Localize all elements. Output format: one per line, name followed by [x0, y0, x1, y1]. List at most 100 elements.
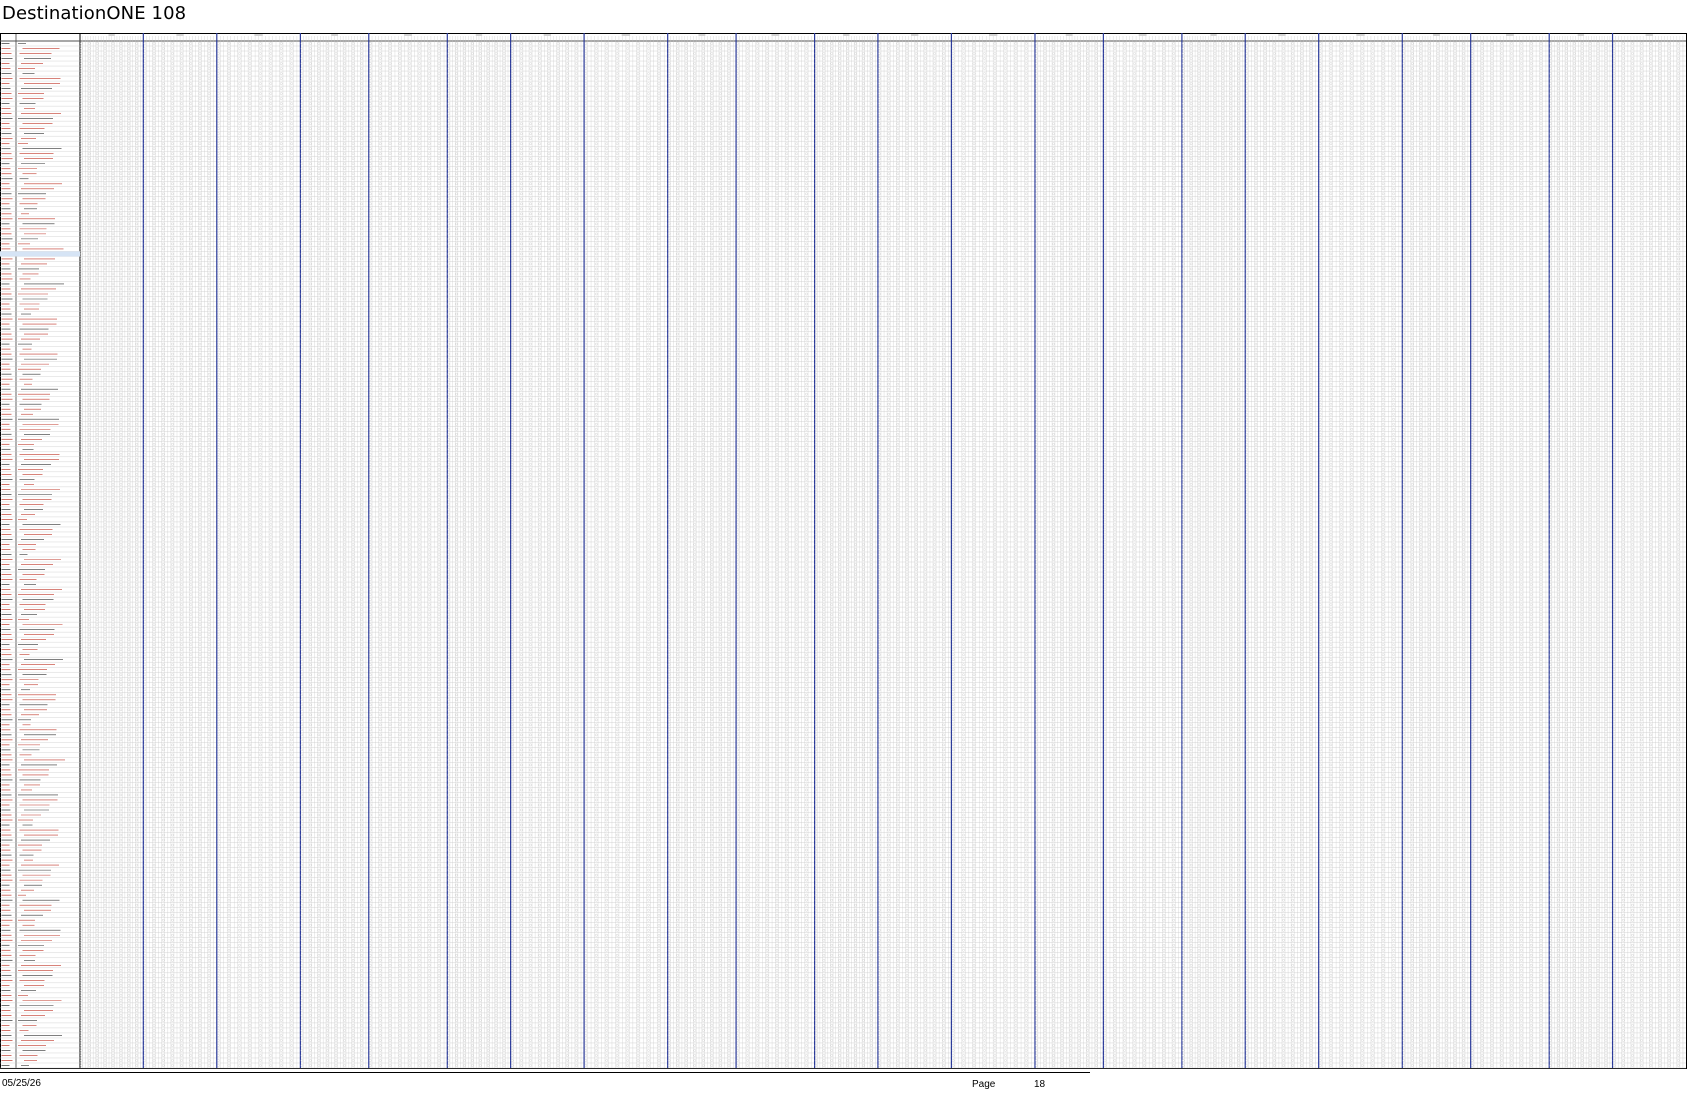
- cell-marker: [120, 699, 122, 701]
- cell-marker: [80, 784, 82, 786]
- cell-marker: [120, 333, 122, 335]
- cell-marker: [120, 999, 122, 1001]
- cell-marker: [88, 523, 90, 525]
- cell-marker: [88, 173, 90, 175]
- cell-marker: [104, 513, 106, 515]
- cell-marker: [112, 563, 114, 565]
- cell-marker: [208, 303, 210, 305]
- cell-marker: [80, 824, 82, 826]
- cell-marker: [199, 403, 201, 405]
- cell-marker: [112, 383, 114, 385]
- cell-marker: [128, 854, 130, 856]
- cell-marker: [104, 699, 106, 701]
- cell-marker: [162, 558, 164, 560]
- cell-marker: [208, 313, 210, 315]
- cell-marker: [80, 218, 82, 220]
- cell-marker: [171, 353, 173, 355]
- cell-marker: [104, 1059, 106, 1061]
- cell-marker: [153, 488, 155, 490]
- cell-marker: [128, 573, 130, 575]
- cell-marker: [199, 153, 201, 155]
- cell-marker: [96, 1004, 98, 1006]
- cell-marker: [162, 278, 164, 280]
- cell-marker: [128, 859, 130, 861]
- cell-marker: [208, 418, 210, 420]
- cell-marker: [144, 513, 146, 515]
- cell-marker: [190, 358, 192, 360]
- cell-marker: [112, 333, 114, 335]
- cell-marker: [104, 684, 106, 686]
- cell-marker: [128, 563, 130, 565]
- cell-marker: [104, 198, 106, 200]
- cell-marker: [104, 909, 106, 911]
- cell-marker: [80, 383, 82, 385]
- cell-marker: [171, 318, 173, 320]
- cell-marker: [112, 944, 114, 946]
- cell-marker: [120, 724, 122, 726]
- cell-marker: [112, 138, 114, 140]
- cell-marker: [144, 278, 146, 280]
- cell-marker: [171, 513, 173, 515]
- cell-marker: [171, 42, 173, 44]
- cell-marker: [128, 338, 130, 340]
- cell-marker: [144, 118, 146, 120]
- cell-marker: [96, 1049, 98, 1051]
- cell-marker: [80, 839, 82, 841]
- cell-marker: [128, 1019, 130, 1021]
- cell-marker: [104, 889, 106, 891]
- cell-marker: [180, 573, 182, 575]
- cell-marker: [190, 333, 192, 335]
- cell-marker: [128, 949, 130, 951]
- cell-marker: [120, 458, 122, 460]
- cell-marker: [180, 153, 182, 155]
- cell-marker: [136, 123, 138, 125]
- cell-marker: [96, 1024, 98, 1026]
- cell-marker: [96, 849, 98, 851]
- cell-marker: [96, 218, 98, 220]
- cell-marker: [104, 353, 106, 355]
- cell-marker: [128, 879, 130, 881]
- cell-marker: [80, 113, 82, 115]
- cell-marker: [180, 128, 182, 130]
- cell-marker: [96, 699, 98, 701]
- cell-marker: [80, 614, 82, 616]
- cell-marker: [171, 418, 173, 420]
- cell-marker: [88, 42, 90, 44]
- cell-marker: [199, 438, 201, 440]
- cell-marker: [199, 548, 201, 550]
- cell-marker: [208, 258, 210, 260]
- cell-marker: [171, 543, 173, 545]
- cell-marker: [80, 188, 82, 190]
- cell-marker: [180, 413, 182, 415]
- cell-marker: [120, 799, 122, 801]
- cell-marker: [80, 313, 82, 315]
- cell-marker: [136, 684, 138, 686]
- cell-marker: [96, 548, 98, 550]
- cell-marker: [153, 67, 155, 69]
- cell-marker: [136, 929, 138, 931]
- cell-marker: [80, 929, 82, 931]
- cell-marker: [162, 67, 164, 69]
- cell-marker: [80, 293, 82, 295]
- cell-marker: [136, 173, 138, 175]
- cell-marker: [128, 538, 130, 540]
- cell-marker: [144, 583, 146, 585]
- cell-marker: [153, 253, 155, 255]
- cell-marker: [104, 759, 106, 761]
- cell-marker: [88, 573, 90, 575]
- cell-marker: [88, 609, 90, 611]
- cell-marker: [80, 994, 82, 996]
- cell-marker: [136, 67, 138, 69]
- cell-marker: [208, 518, 210, 520]
- cell-marker: [112, 193, 114, 195]
- cell-marker: [96, 794, 98, 796]
- cell-marker: [112, 42, 114, 44]
- cell-marker: [80, 1034, 82, 1036]
- cell-marker: [180, 198, 182, 200]
- cell-marker: [80, 1044, 82, 1046]
- cell-marker: [80, 834, 82, 836]
- cell-marker: [171, 488, 173, 490]
- cell-marker: [190, 67, 192, 69]
- cell-marker: [190, 573, 192, 575]
- cell-marker: [112, 1014, 114, 1016]
